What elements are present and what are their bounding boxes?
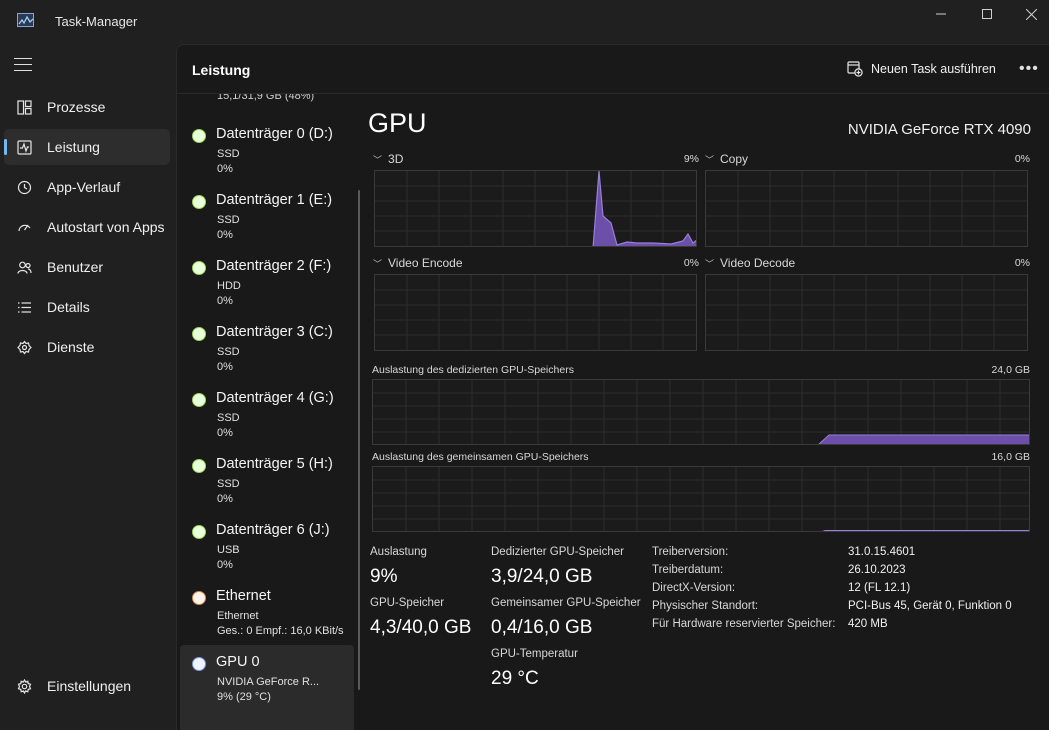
disk-graph-dot-icon: [192, 129, 206, 143]
directx-version-value: 12 (FL 12.1): [848, 582, 911, 594]
graph-video-decode: [705, 274, 1028, 351]
device-list-item-partial: 15,1/31,9 GB (48%): [217, 94, 315, 102]
shared-memory-label: Auslastung des gemeinsamen GPU-Speichers: [372, 451, 589, 463]
graph-copy: [705, 170, 1028, 247]
shared-memory-max: 16,0 GB: [991, 451, 1030, 463]
engine-percent-3d: 9%: [683, 153, 699, 165]
engine-selector-video-decode[interactable]: ﹀ Video Decode: [705, 256, 795, 270]
nav-item-details[interactable]: Details: [4, 289, 170, 325]
maximize-icon: [982, 9, 992, 19]
gpu-memory-value: 4,3/40,0 GB: [370, 617, 472, 638]
history-icon: [16, 179, 32, 195]
disk-graph-dot-icon: [192, 327, 206, 341]
navigation-pane: Prozesse Leistung App-Verlauf Autostart …: [0, 44, 176, 730]
utilization-label: Auslastung: [370, 546, 427, 558]
engine-percent-copy: 0%: [1014, 153, 1030, 165]
page-title: Leistung: [192, 62, 251, 78]
device-disk-4[interactable]: Datenträger 4 (G:) SSD 0%: [180, 381, 354, 445]
chevron-down-icon: ﹀: [373, 154, 383, 165]
device-disk-3[interactable]: Datenträger 3 (C:) SSD 0%: [180, 315, 354, 379]
task-manager-app-icon: [17, 13, 34, 27]
new-task-icon: [847, 61, 863, 77]
device-disk-5[interactable]: Datenträger 5 (H:) SSD 0%: [180, 447, 354, 511]
performance-icon: [16, 139, 32, 155]
shared-memory-stat-value: 0,4/16,0 GB: [491, 617, 593, 638]
services-icon: [16, 339, 32, 355]
details-icon: [16, 299, 32, 315]
nav-item-app-history[interactable]: App-Verlauf: [4, 169, 170, 205]
hardware-reserved-memory-value: 420 MB: [848, 618, 888, 630]
dedicated-memory-stat-value: 3,9/24,0 GB: [491, 566, 593, 587]
processes-icon: [16, 99, 32, 115]
gpu-temperature-value: 29 °C: [491, 668, 539, 689]
title-bar: Task-Manager: [0, 0, 1049, 44]
driver-version-label: Treiberversion:: [652, 546, 729, 558]
hamburger-menu-icon[interactable]: [14, 58, 32, 72]
physical-location-label: Physischer Standort:: [652, 600, 759, 612]
close-icon: [1025, 8, 1037, 20]
dedicated-memory-stat-label: Dedizierter GPU-Speicher: [491, 546, 624, 558]
gpu-memory-label: GPU-Speicher: [370, 597, 445, 609]
disk-graph-dot-icon: [192, 459, 206, 473]
gpu-model-name: NVIDIA GeForce RTX 4090: [847, 121, 1031, 138]
utilization-value: 9%: [370, 566, 398, 587]
device-disk-2[interactable]: Datenträger 2 (F:) HDD 0%: [180, 249, 354, 313]
engine-selector-3d[interactable]: ﹀ 3D: [373, 152, 403, 166]
shared-memory-stat-label: Gemeinsamer GPU-Speicher: [491, 597, 641, 609]
minimize-button[interactable]: [918, 0, 964, 28]
dedicated-memory-max: 24,0 GB: [991, 364, 1030, 376]
engine-percent-video-decode: 0%: [1014, 257, 1030, 269]
device-disk-1[interactable]: Datenträger 1 (E:) SSD 0%: [180, 183, 354, 247]
more-options-button[interactable]: •••: [1019, 61, 1039, 77]
minimize-icon: [936, 13, 946, 15]
nav-item-performance[interactable]: Leistung: [4, 129, 170, 165]
ethernet-graph-dot-icon: [192, 591, 206, 605]
gear-icon: [16, 678, 32, 694]
main-content: Leistung Neuen Task ausführen ••• 15,1/3…: [176, 44, 1049, 730]
gpu-temperature-label: GPU-Temperatur: [491, 648, 578, 660]
driver-version-value: 31.0.15.4601: [848, 546, 916, 558]
graph-shared-memory: [372, 466, 1030, 532]
physical-location-value: PCI-Bus 45, Gerät 0, Funktion 0: [848, 600, 1012, 612]
device-list[interactable]: 15,1/31,9 GB (48%) Datenträger 0 (D:) SS…: [177, 94, 357, 730]
graph-3d: [374, 170, 697, 247]
nav-item-startup-apps[interactable]: Autostart von Apps: [4, 209, 170, 245]
disk-graph-dot-icon: [192, 195, 206, 209]
dedicated-memory-label: Auslastung des dedizierten GPU-Speichers: [372, 364, 574, 376]
nav-item-services[interactable]: Dienste: [4, 329, 170, 365]
users-icon: [16, 259, 32, 275]
chevron-down-icon: ﹀: [705, 258, 715, 269]
graph-video-encode: [374, 274, 697, 351]
graph-dedicated-memory: [372, 379, 1030, 445]
maximize-button[interactable]: [964, 0, 1010, 28]
device-disk-6[interactable]: Datenträger 6 (J:) USB 0%: [180, 513, 354, 577]
disk-graph-dot-icon: [192, 261, 206, 275]
device-ethernet[interactable]: Ethernet Ethernet Ges.: 0 Empf.: 16,0 KB…: [180, 579, 354, 643]
nav-item-settings[interactable]: Einstellungen: [4, 668, 170, 704]
engine-percent-video-encode: 0%: [683, 257, 699, 269]
gpu-heading: GPU: [368, 108, 427, 138]
engine-selector-copy[interactable]: ﹀ Copy: [705, 152, 748, 166]
directx-version-label: DirectX-Version:: [652, 582, 736, 594]
hardware-reserved-memory-label: Für Hardware reservierter Speicher:: [652, 618, 836, 630]
run-new-task-button[interactable]: Neuen Task ausführen: [847, 59, 996, 79]
disk-graph-dot-icon: [192, 393, 206, 407]
device-gpu-0[interactable]: GPU 0 NVIDIA GeForce R... 9% (29 °C): [180, 645, 354, 730]
nav-item-users[interactable]: Benutzer: [4, 249, 170, 285]
disk-graph-dot-icon: [192, 525, 206, 539]
chevron-down-icon: ﹀: [705, 154, 715, 165]
graph-3d-svg: [375, 171, 696, 246]
gpu-graph-dot-icon: [192, 657, 206, 671]
nav-item-processes[interactable]: Prozesse: [4, 89, 170, 125]
chevron-down-icon: ﹀: [373, 258, 383, 269]
engine-selector-video-encode[interactable]: ﹀ Video Encode: [373, 256, 463, 270]
driver-date-value: 26.10.2023: [848, 564, 906, 576]
device-disk-0[interactable]: Datenträger 0 (D:) SSD 0%: [180, 117, 354, 181]
driver-date-label: Treiberdatum:: [652, 564, 724, 576]
startup-icon: [16, 219, 32, 235]
close-button[interactable]: [1008, 0, 1049, 28]
device-list-scrollbar[interactable]: [358, 190, 360, 690]
window-title: Task-Manager: [55, 14, 138, 29]
